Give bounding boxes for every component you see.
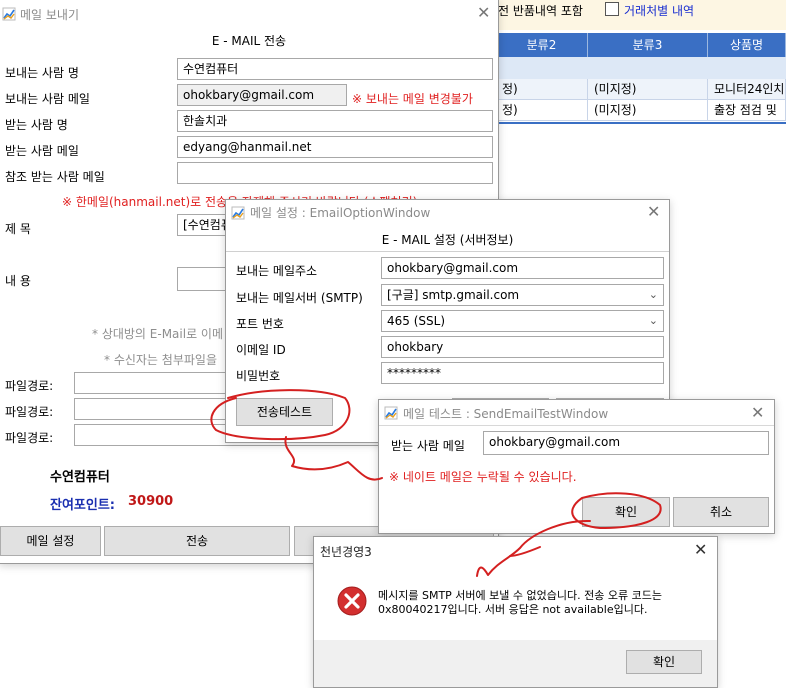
chevron-down-icon: ⌄ bbox=[648, 288, 658, 301]
grid-header-category3[interactable]: 분류3 bbox=[588, 33, 708, 57]
content-label: 내 용 bbox=[5, 274, 31, 288]
sender-email-label: 보내는 사람 메일 bbox=[5, 92, 90, 106]
email-id-label: 이메일 ID bbox=[236, 343, 286, 357]
password-label: 비밀번호 bbox=[236, 369, 281, 383]
sender-email-field: ohokbary@gmail.com bbox=[177, 84, 347, 106]
by-partner-label[interactable]: 거래처별 내역 bbox=[624, 2, 694, 19]
port-label: 포트 번호 bbox=[236, 317, 284, 331]
test-recipient-label: 받는 사람 메일 bbox=[391, 439, 465, 453]
app-icon bbox=[2, 7, 16, 21]
recipient-name-field[interactable]: 한솔치과 bbox=[177, 110, 493, 132]
background-toolbar: 전 반품내역 포함 거래처별 내역 bbox=[496, 0, 786, 30]
send-button[interactable]: 전송 bbox=[104, 526, 290, 556]
sender-address-field[interactable]: ohokbary@gmail.com bbox=[381, 257, 664, 279]
error-ok-button[interactable]: 확인 bbox=[626, 650, 702, 674]
port-select[interactable]: 465 (SSL) ⌄ bbox=[381, 310, 664, 332]
hint-line-1: * 상대방의 E-Mail로 이메 bbox=[92, 327, 224, 341]
file-path-label-2: 파일경로: bbox=[5, 405, 54, 419]
nate-mail-warning: ※ 네이트 메일은 누락될 수 있습니다. bbox=[389, 470, 577, 484]
subject-label: 제 목 bbox=[5, 222, 31, 236]
test-cancel-button[interactable]: 취소 bbox=[673, 497, 769, 527]
close-icon[interactable]: ✕ bbox=[694, 542, 707, 558]
file-path-label-3: 파일경로: bbox=[5, 431, 54, 445]
test-window-title: 메일 테스트 : SendEmailTestWindow bbox=[403, 407, 609, 421]
app-icon bbox=[384, 406, 398, 420]
recipient-name-label: 받는 사람 명 bbox=[5, 118, 68, 132]
company-name: 수연컴퓨터 bbox=[50, 470, 110, 485]
cc-email-label: 참조 받는 사람 메일 bbox=[5, 170, 105, 184]
close-icon[interactable]: ✕ bbox=[647, 204, 660, 220]
port-value: 465 (SSL) bbox=[387, 314, 446, 328]
sender-name-field[interactable]: 수연컴퓨터 bbox=[177, 58, 493, 80]
points-label: 잔여포인트: bbox=[50, 498, 115, 513]
sender-name-label: 보내는 사람 명 bbox=[5, 66, 79, 80]
chevron-down-icon: ⌄ bbox=[648, 314, 658, 327]
table-row-2-cat3[interactable]: (미지정) bbox=[588, 100, 708, 121]
table-row-1-product[interactable]: 모니터24인치 bbox=[708, 79, 786, 100]
option-window-header: E - MAIL 설정 (서버정보) bbox=[381, 233, 514, 247]
grid-header-product-name[interactable]: 상품명 bbox=[708, 33, 786, 57]
test-confirm-button[interactable]: 확인 bbox=[582, 497, 670, 527]
header-divider bbox=[226, 251, 669, 252]
error-dialog-title: 천년경영3 bbox=[320, 545, 372, 559]
mail-window-header: E - MAIL 전송 bbox=[211, 34, 287, 48]
error-dialog: 천년경영3 ✕ 메시지를 SMTP 서버에 보낼 수 없었습니다. 전송 오류 … bbox=[313, 536, 718, 688]
password-field[interactable]: ********* bbox=[381, 362, 664, 384]
error-dialog-titlebar bbox=[314, 537, 717, 565]
table-row-1-cat2[interactable]: 정) bbox=[496, 79, 588, 100]
send-email-test-window: 메일 테스트 : SendEmailTestWindow ✕ 받는 사람 메일 … bbox=[378, 399, 775, 534]
grid-bottom-border bbox=[496, 122, 786, 124]
option-window-title: 메일 설정 : EmailOptionWindow bbox=[250, 206, 431, 220]
close-icon[interactable]: ✕ bbox=[477, 5, 490, 21]
app-icon bbox=[231, 206, 245, 220]
file-path-label-1: 파일경로: bbox=[5, 379, 54, 393]
by-partner-checkbox[interactable] bbox=[605, 2, 619, 16]
points-value: 30900 bbox=[128, 494, 174, 509]
close-icon[interactable]: ✕ bbox=[751, 405, 764, 421]
smtp-server-value: [구글] smtp.gmail.com bbox=[387, 288, 520, 302]
cc-email-field[interactable] bbox=[177, 162, 493, 184]
table-row-1-cat3[interactable]: (미지정) bbox=[588, 79, 708, 100]
smtp-server-label: 보내는 메일서버 (SMTP) bbox=[236, 291, 363, 305]
hint-line-2: * 수신자는 첨부파일을 bbox=[104, 353, 217, 367]
table-row-2-product[interactable]: 출장 점검 및 bbox=[708, 100, 786, 121]
grid-group-band bbox=[496, 57, 786, 79]
test-recipient-field[interactable]: ohokbary@gmail.com bbox=[483, 431, 769, 455]
smtp-server-select[interactable]: [구글] smtp.gmail.com ⌄ bbox=[381, 284, 664, 306]
title-divider bbox=[379, 425, 774, 426]
recipient-email-label: 받는 사람 메일 bbox=[5, 144, 79, 158]
send-test-button[interactable]: 전송테스트 bbox=[236, 398, 333, 426]
error-message-line-2: 0x80040217입니다. 서버 응답은 not available입니다. bbox=[378, 603, 648, 616]
error-icon bbox=[337, 586, 367, 616]
grid-header-category2[interactable]: 분류2 bbox=[496, 33, 588, 57]
table-row-2-cat2[interactable]: 정) bbox=[496, 100, 588, 121]
include-return-label: 전 반품내역 포함 bbox=[498, 4, 583, 18]
mail-window-title: 메일 보내기 bbox=[20, 8, 80, 22]
email-id-field[interactable]: ohokbary bbox=[381, 336, 664, 358]
mail-settings-button[interactable]: 메일 설정 bbox=[0, 526, 101, 556]
sender-address-label: 보내는 메일주소 bbox=[236, 264, 318, 278]
sender-email-note: ※ 보내는 메일 변경불가 bbox=[352, 92, 473, 106]
recipient-email-field[interactable]: edyang@hanmail.net bbox=[177, 136, 493, 158]
